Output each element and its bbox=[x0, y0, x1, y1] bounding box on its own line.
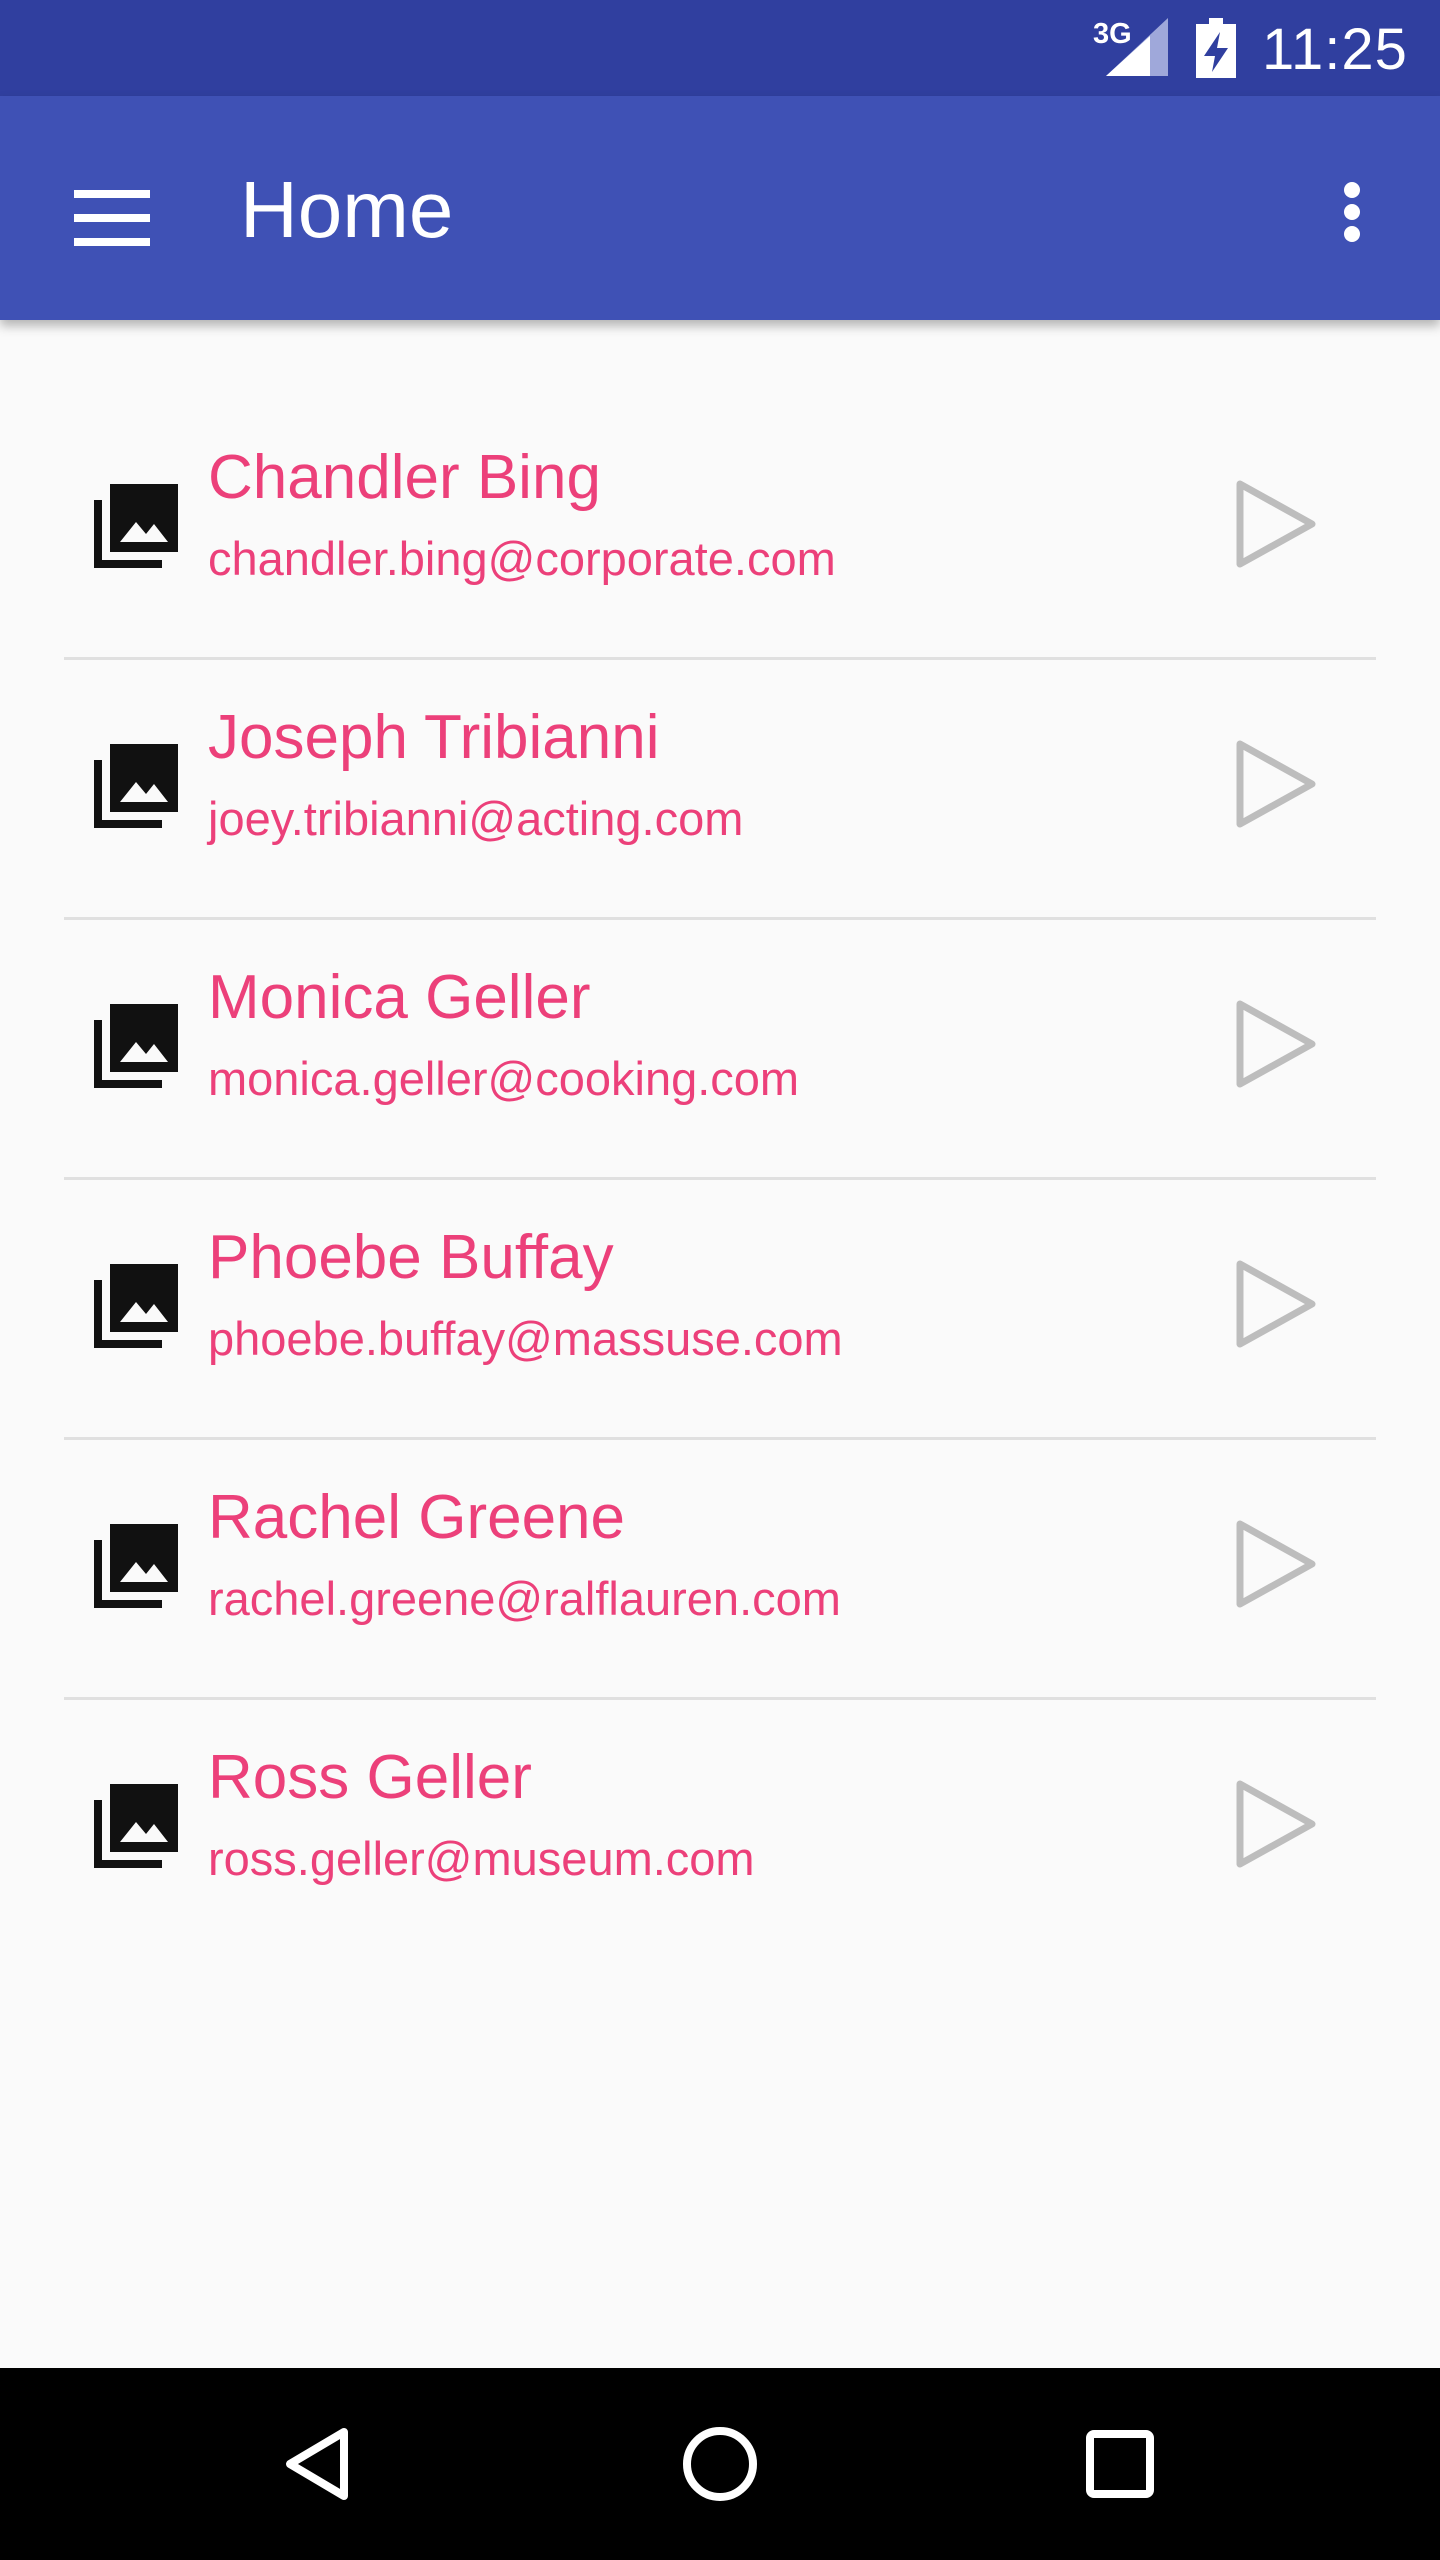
list-item[interactable]: Phoebe Buffay phoebe.buffay@massuse.com bbox=[64, 1180, 1376, 1440]
more-vert-icon[interactable] bbox=[1296, 152, 1408, 264]
screen: 3G 11:25 Home Chandler Bing chandler.bin… bbox=[0, 0, 1440, 2560]
cell-signal-icon bbox=[1106, 18, 1168, 76]
list-item[interactable]: Monica Geller monica.geller@cooking.com bbox=[64, 920, 1376, 1180]
contact-email: monica.geller@cooking.com bbox=[208, 1052, 800, 1105]
contact-name: Phoebe Buffay bbox=[208, 1223, 614, 1292]
contact-email: phoebe.buffay@massuse.com bbox=[208, 1312, 843, 1365]
list-item[interactable]: Ross Geller ross.geller@museum.com bbox=[64, 1700, 1376, 1960]
contact-name: Ross Geller bbox=[208, 1743, 532, 1812]
contact-name: Rachel Greene bbox=[208, 1483, 626, 1552]
contact-name: Joseph Tribianni bbox=[208, 703, 660, 772]
photo-library-icon bbox=[94, 744, 178, 828]
play-outline-icon[interactable] bbox=[1224, 476, 1320, 572]
contact-email: ross.geller@museum.com bbox=[208, 1832, 755, 1885]
page-title: Home bbox=[240, 165, 454, 254]
hamburger-menu-icon[interactable] bbox=[44, 152, 156, 264]
photo-library-icon bbox=[94, 1004, 178, 1088]
contact-email: chandler.bing@corporate.com bbox=[208, 532, 836, 585]
battery-charging-icon bbox=[1196, 18, 1236, 78]
photo-library-icon bbox=[94, 484, 178, 568]
status-clock: 11:25 bbox=[1262, 17, 1408, 82]
contact-email: rachel.greene@ralflauren.com bbox=[208, 1572, 841, 1625]
play-outline-icon[interactable] bbox=[1224, 1776, 1320, 1872]
nav-home-icon[interactable] bbox=[660, 2404, 780, 2524]
play-outline-icon[interactable] bbox=[1224, 996, 1320, 1092]
contact-name: Monica Geller bbox=[208, 963, 591, 1032]
system-nav-bar bbox=[0, 2368, 1440, 2560]
play-outline-icon[interactable] bbox=[1224, 1256, 1320, 1352]
list-item[interactable]: Rachel Greene rachel.greene@ralflauren.c… bbox=[64, 1440, 1376, 1700]
list-item[interactable]: Chandler Bing chandler.bing@corporate.co… bbox=[64, 400, 1376, 660]
nav-recents-icon[interactable] bbox=[1060, 2404, 1180, 2524]
status-bar: 3G 11:25 bbox=[0, 0, 1440, 96]
app-bar: Home bbox=[0, 96, 1440, 320]
contact-email: joey.tribianni@acting.com bbox=[208, 792, 744, 845]
play-outline-icon[interactable] bbox=[1224, 1516, 1320, 1612]
contact-name: Chandler Bing bbox=[208, 443, 601, 512]
list-item[interactable]: Joseph Tribianni joey.tribianni@acting.c… bbox=[64, 660, 1376, 920]
play-outline-icon[interactable] bbox=[1224, 736, 1320, 832]
photo-library-icon bbox=[94, 1264, 178, 1348]
nav-back-icon[interactable] bbox=[260, 2404, 380, 2524]
photo-library-icon bbox=[94, 1784, 178, 1868]
contact-list: Chandler Bing chandler.bing@corporate.co… bbox=[64, 400, 1376, 1960]
photo-library-icon bbox=[94, 1524, 178, 1608]
